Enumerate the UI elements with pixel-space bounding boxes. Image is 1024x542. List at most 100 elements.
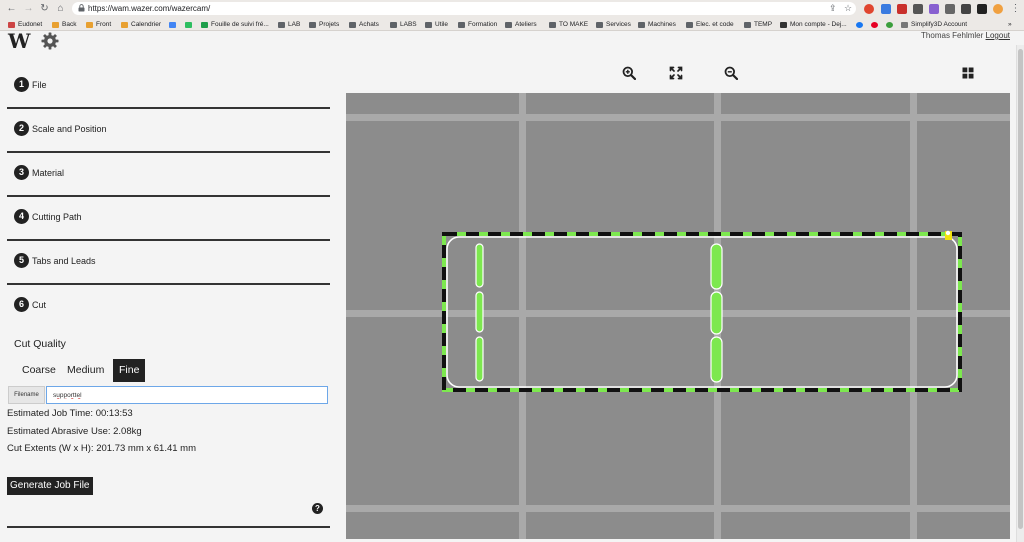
bookmark-projets[interactable]: Projets <box>309 19 339 30</box>
bookmark-star-icon[interactable]: ☆ <box>844 3 852 14</box>
zoom-in-icon[interactable] <box>622 66 636 80</box>
opera-extension-icon[interactable] <box>864 4 874 14</box>
folder-icon <box>425 21 432 28</box>
front-site-icon <box>86 21 93 28</box>
bookmark-temp[interactable]: TEMP <box>744 19 772 30</box>
estimated-job-time: Estimated Job Time: 00:13:53 <box>7 408 133 419</box>
step-file-header: 1 File <box>14 77 47 92</box>
browser-chrome: ← → ↻ ⌂ https://wam.wazer.com/wazercam/ … <box>0 0 1024 31</box>
bookmark-google-calendar[interactable] <box>169 19 176 30</box>
scrollbar-thumb[interactable] <box>1018 49 1023 529</box>
sidebar-toggle-icon[interactable] <box>977 4 987 14</box>
bookmark-lab[interactable]: LAB <box>278 19 300 30</box>
filename-input[interactable] <box>46 386 328 404</box>
lead-in-marker[interactable] <box>945 230 952 240</box>
folder-icon <box>549 21 556 28</box>
bookmark-pinterest[interactable] <box>871 19 878 30</box>
back-site-icon <box>52 21 59 28</box>
workspace-canvas[interactable] <box>346 93 1010 539</box>
filename-label: Filename <box>8 386 45 404</box>
home-icon[interactable]: ⌂ <box>54 3 67 15</box>
step-tabs-and-leads[interactable]: 5 Tabs and Leads <box>7 241 330 285</box>
step-label: File <box>32 79 47 90</box>
bookmark-green-site[interactable] <box>886 19 893 30</box>
evernote-icon <box>185 21 192 28</box>
fit-screen-icon[interactable] <box>669 66 683 80</box>
gear-icon[interactable] <box>40 31 60 51</box>
bookmark-services[interactable]: Services <box>596 19 631 30</box>
step-number: 2 <box>14 121 29 136</box>
pinterest-icon <box>871 21 878 28</box>
bookmark-facebook[interactable] <box>856 19 863 30</box>
step-cut[interactable]: 6 Cut <box>7 285 330 329</box>
share-icon[interactable]: ⇪ <box>829 3 837 14</box>
eudonet-icon <box>8 21 15 28</box>
extension-grid-icon[interactable] <box>929 4 939 14</box>
formula-extension-icon[interactable] <box>945 4 955 14</box>
bookmark-front[interactable]: Front <box>86 19 111 30</box>
user-name: Thomas Fehlmler <box>921 31 984 40</box>
right-slots[interactable] <box>710 243 723 383</box>
step-cutting-path[interactable]: 4 Cutting Path <box>7 197 330 241</box>
step-file[interactable]: 1 File <box>7 65 330 109</box>
extension-play-icon[interactable] <box>881 4 891 14</box>
wazer-logo[interactable]: W <box>8 31 30 51</box>
folder-icon <box>686 21 693 28</box>
step-scale-header: 2 Scale and Position <box>14 121 107 136</box>
bookmark-elec-et-code[interactable]: Elec. et code <box>686 19 734 30</box>
folder-icon <box>744 21 751 28</box>
cut-quality-label: Cut Quality <box>14 338 66 350</box>
more-bookmarks[interactable]: » <box>1008 19 1012 30</box>
step-material-header: 3 Material <box>14 165 64 180</box>
bookmark-mon-compte[interactable]: Mon compte - Dej... <box>780 19 847 30</box>
grid-view-icon[interactable] <box>961 66 975 80</box>
address-bar[interactable]: https://wam.wazer.com/wazercam/ ⇪ ☆ <box>72 2 856 15</box>
bookmark-achats[interactable]: Achats <box>349 19 379 30</box>
page-scrollbar[interactable] <box>1016 45 1024 542</box>
folder-icon <box>349 21 356 28</box>
bookmark-to-make[interactable]: TO MAKE <box>549 19 588 30</box>
logout-link[interactable]: Logout <box>986 31 1010 40</box>
folder-icon <box>458 21 465 28</box>
lock-icon <box>78 4 85 12</box>
reload-icon[interactable]: ↻ <box>38 3 51 15</box>
browser-menu-icon[interactable]: ⋮ <box>1009 3 1022 15</box>
bookmark-simplify3d[interactable]: Simplify3D Account <box>901 19 967 30</box>
step-cut-header: 6 Cut <box>14 297 46 312</box>
left-slots[interactable] <box>475 243 484 382</box>
bookmark-back[interactable]: Back <box>52 19 76 30</box>
sheets-icon <box>201 21 208 28</box>
bookmark-fouille[interactable]: Fouille de suivi fré... <box>201 19 269 30</box>
back-arrow-icon[interactable]: ← <box>5 3 18 15</box>
forward-arrow-icon[interactable]: → <box>22 3 35 15</box>
zoom-out-icon[interactable] <box>724 66 738 80</box>
quality-coarse-button[interactable]: Coarse <box>16 359 62 382</box>
divider <box>7 526 330 528</box>
step-number: 4 <box>14 209 29 224</box>
quality-fine-button[interactable]: Fine <box>113 359 146 382</box>
step-material[interactable]: 3 Material <box>7 153 330 197</box>
extension-pen-icon[interactable] <box>913 4 923 14</box>
generate-job-file-button[interactable]: Generate Job File <box>7 477 93 495</box>
green-site-icon <box>886 21 893 28</box>
step-number: 1 <box>14 77 29 92</box>
bookmark-utile[interactable]: Utile <box>425 19 448 30</box>
bookmark-labs[interactable]: LABS <box>390 19 417 30</box>
bookmark-ateliers[interactable]: Ateliers <box>505 19 537 30</box>
adblock-icon[interactable] <box>897 4 907 14</box>
step-scale-and-position[interactable]: 2 Scale and Position <box>7 109 330 153</box>
bookmark-machines[interactable]: Machines <box>638 19 676 30</box>
folder-icon <box>278 21 285 28</box>
extensions-puzzle-icon[interactable] <box>961 4 971 14</box>
cutting-workspace[interactable] <box>346 93 1010 539</box>
step-number: 3 <box>14 165 29 180</box>
profile-avatar-icon[interactable] <box>993 4 1003 14</box>
folder-icon <box>638 21 645 28</box>
step-tabs-header: 5 Tabs and Leads <box>14 253 96 268</box>
bookmark-evernote[interactable] <box>185 19 192 30</box>
help-icon[interactable]: ? <box>312 503 323 514</box>
bookmark-formation[interactable]: Formation <box>458 19 497 30</box>
cut-extents: Cut Extents (W x H): 201.73 mm x 61.41 m… <box>7 443 196 454</box>
bookmark-calendrier[interactable]: Calendrier <box>121 19 161 30</box>
quality-medium-button[interactable]: Medium <box>61 359 110 382</box>
